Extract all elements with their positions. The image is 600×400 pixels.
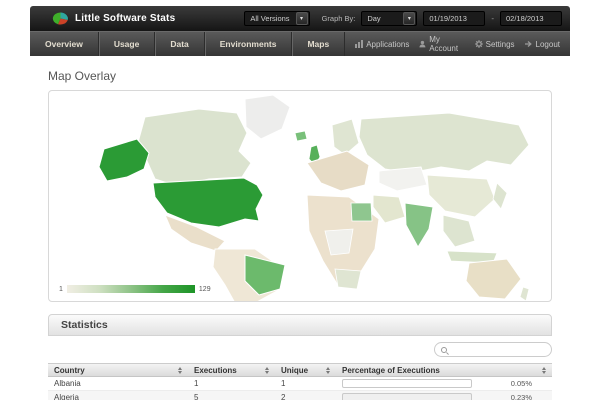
my-account-label: My Account bbox=[429, 35, 464, 53]
logout-link[interactable]: Logout bbox=[525, 40, 560, 49]
settings-label: Settings bbox=[486, 40, 515, 49]
sort-icon bbox=[542, 367, 546, 374]
cell-country: Algeria bbox=[48, 393, 188, 400]
map-country-south-africa[interactable] bbox=[335, 269, 361, 289]
cell-unique: 2 bbox=[275, 393, 336, 400]
legend-max-value: 129 bbox=[199, 286, 211, 293]
map-region-scandinavia[interactable] bbox=[332, 119, 359, 155]
chevron-down-icon[interactable]: ▾ bbox=[296, 12, 308, 25]
map-country-russia[interactable] bbox=[359, 113, 529, 173]
column-header-executions[interactable]: Executions bbox=[188, 364, 275, 376]
cell-country: Albania bbox=[48, 379, 188, 388]
nav-user-links: Applications My Account Settings Log bbox=[345, 32, 570, 56]
logout-label: Logout bbox=[536, 40, 560, 49]
versions-select-value: All Versions bbox=[245, 14, 294, 23]
choropleth-world-map bbox=[49, 91, 552, 302]
map-country-australia[interactable] bbox=[466, 259, 521, 299]
nav-item-overview[interactable]: Overview bbox=[30, 32, 99, 56]
column-header-percentage[interactable]: Percentage of Executions bbox=[336, 364, 552, 376]
map-country-new-zealand[interactable] bbox=[520, 287, 529, 301]
main-navigation: Overview Usage Data Environments Maps Ap… bbox=[30, 31, 570, 56]
legend-min-value: 1 bbox=[59, 286, 63, 293]
nav-item-environments[interactable]: Environments bbox=[205, 32, 293, 56]
gear-icon bbox=[475, 40, 483, 48]
chevron-down-icon[interactable]: ▾ bbox=[403, 12, 415, 25]
percentage-progress-bar bbox=[342, 379, 472, 388]
column-header-unique[interactable]: Unique bbox=[275, 364, 336, 376]
graph-by-select-value: Day bbox=[362, 14, 402, 23]
cell-percentage: 0.23% bbox=[336, 393, 552, 400]
nav-item-usage[interactable]: Usage bbox=[99, 32, 156, 56]
map-legend: 1 129 bbox=[59, 285, 211, 293]
page-content: Map Overlay bbox=[30, 69, 570, 400]
world-map-overlay: 1 129 bbox=[48, 90, 552, 302]
column-label: Executions bbox=[194, 366, 237, 375]
cell-executions: 1 bbox=[188, 379, 275, 388]
statistics-section: Statistics Country Executions Uni bbox=[48, 314, 552, 400]
map-region-se-asia[interactable] bbox=[443, 215, 475, 247]
legend-gradient-bar bbox=[67, 285, 195, 293]
applications-link[interactable]: Applications bbox=[355, 40, 409, 49]
map-country-iceland[interactable] bbox=[295, 131, 307, 141]
table-row[interactable]: Albania 1 1 0.05% bbox=[48, 377, 552, 391]
chart-icon bbox=[355, 40, 363, 48]
sort-icon bbox=[265, 367, 269, 374]
column-header-country[interactable]: Country bbox=[48, 364, 188, 376]
date-range-separator: - bbox=[491, 14, 494, 23]
app-title: Little Software Stats bbox=[75, 13, 175, 24]
map-country-india[interactable] bbox=[405, 203, 433, 247]
table-row[interactable]: Algeria 5 2 0.23% bbox=[48, 391, 552, 400]
nav-tabs: Overview Usage Data Environments Maps bbox=[30, 32, 345, 56]
date-from-input[interactable] bbox=[423, 11, 485, 26]
nav-item-data[interactable]: Data bbox=[155, 32, 204, 56]
settings-link[interactable]: Settings bbox=[475, 40, 515, 49]
cell-percentage: 0.05% bbox=[336, 379, 552, 388]
logout-icon bbox=[525, 40, 533, 48]
app-container: Little Software Stats All Versions ▾ Gra… bbox=[30, 6, 570, 400]
user-icon bbox=[419, 40, 426, 48]
column-label: Country bbox=[54, 366, 85, 375]
map-country-japan[interactable] bbox=[493, 183, 507, 209]
topbar-controls: All Versions ▾ Graph By: Day ▾ - bbox=[244, 11, 562, 26]
versions-select[interactable]: All Versions ▾ bbox=[244, 11, 309, 26]
map-country-china[interactable] bbox=[427, 175, 495, 217]
search-input[interactable] bbox=[451, 345, 545, 354]
statistics-toolbar bbox=[48, 336, 552, 363]
my-account-link[interactable]: My Account bbox=[419, 35, 464, 53]
map-country-egypt[interactable] bbox=[351, 203, 372, 221]
statistics-header: Statistics bbox=[48, 314, 552, 336]
map-country-canada[interactable] bbox=[137, 109, 251, 186]
statistics-title: Statistics bbox=[61, 319, 108, 331]
date-to-input[interactable] bbox=[500, 11, 562, 26]
cell-unique: 1 bbox=[275, 379, 336, 388]
graph-by-label: Graph By: bbox=[322, 14, 356, 23]
percentage-value: 0.23% bbox=[511, 393, 546, 400]
map-country-greenland[interactable] bbox=[245, 95, 290, 139]
percentage-progress-bar bbox=[342, 393, 472, 400]
page-title: Map Overlay bbox=[48, 69, 552, 83]
percentage-value: 0.05% bbox=[511, 379, 546, 388]
map-country-us-alaska[interactable] bbox=[99, 139, 149, 181]
table-header-row: Country Executions Unique Percentage of … bbox=[48, 363, 552, 377]
nav-item-maps[interactable]: Maps bbox=[292, 32, 345, 56]
map-region-central-asia[interactable] bbox=[379, 167, 427, 191]
cell-executions: 5 bbox=[188, 393, 275, 400]
column-label: Unique bbox=[281, 366, 308, 375]
table-search[interactable] bbox=[434, 342, 552, 357]
pie-chart-logo-icon bbox=[52, 11, 69, 26]
top-header-bar: Little Software Stats All Versions ▾ Gra… bbox=[30, 6, 570, 31]
column-label: Percentage of Executions bbox=[342, 366, 440, 375]
sort-icon bbox=[178, 367, 182, 374]
applications-label: Applications bbox=[366, 40, 409, 49]
graph-by-select[interactable]: Day ▾ bbox=[361, 11, 417, 26]
search-icon bbox=[441, 347, 447, 353]
sort-icon bbox=[326, 367, 330, 374]
